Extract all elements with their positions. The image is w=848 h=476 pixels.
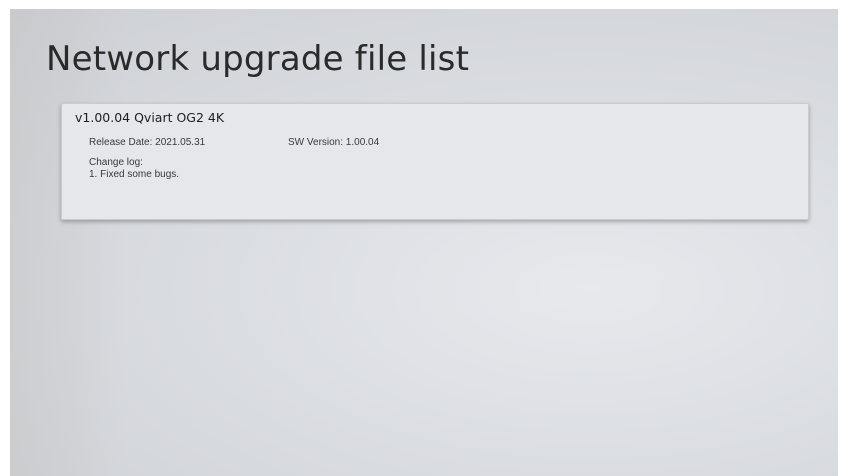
sw-version: SW Version: 1.00.04 (288, 137, 380, 148)
changelog-label: Change log: (89, 157, 143, 168)
upgrade-file-item[interactable]: v1.00.04 Qviart OG2 4K Release Date: 202… (61, 103, 809, 220)
changelog-item: 1. Fixed some bugs. (89, 169, 180, 180)
file-name: v1.00.04 Qviart OG2 4K (75, 110, 225, 125)
release-date: Release Date: 2021.05.31 (89, 137, 206, 148)
tv-screen: Network upgrade file list v1.00.04 Qviar… (10, 9, 838, 476)
page-title: Network upgrade file list (46, 39, 470, 79)
